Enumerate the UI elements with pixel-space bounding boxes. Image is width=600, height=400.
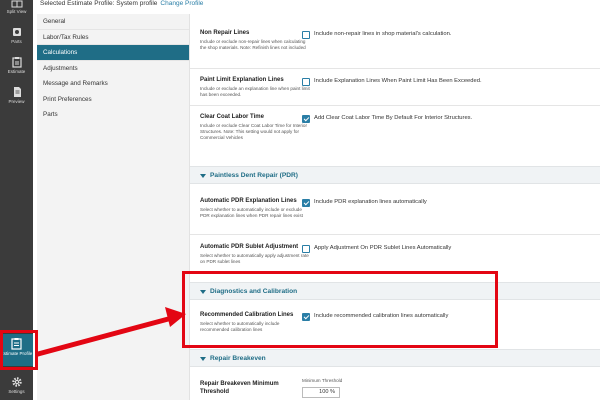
- section-pdr[interactable]: Paintless Dent Repair (PDR): [190, 166, 600, 184]
- divider: [190, 234, 600, 235]
- setting-description: Select whether to automatically include …: [200, 207, 303, 218]
- setting-title: Automatic PDR Sublet Adjustment: [200, 244, 299, 250]
- section-repair-breakeven[interactable]: Repair Breakeven: [190, 349, 600, 367]
- setting-description: Include or exclude non-repair lines when…: [200, 39, 306, 50]
- nav-item-calculations[interactable]: Calculations: [37, 45, 189, 61]
- non-repair-checkbox-label[interactable]: Include non-repair lines in shop materia…: [314, 31, 451, 37]
- change-profile-link[interactable]: Change Profile: [160, 0, 203, 7]
- pdr-sublet-checkbox-label[interactable]: Apply Adjustment On PDR Sublet Lines Aut…: [314, 245, 451, 251]
- setting-description: Include or exclude an explanation line w…: [200, 86, 310, 97]
- setting-title: Automatic PDR Explanation Lines: [200, 198, 297, 204]
- preview-button[interactable]: Preview: [0, 86, 33, 104]
- setting-title: Repair Breakeven Minimum Threshold: [200, 381, 279, 395]
- section-title: Repair Breakeven: [210, 355, 266, 362]
- selected-profile-line: Selected Estimate Profile: System profil…: [40, 0, 203, 8]
- pdr-explanation-checkbox-label[interactable]: Include PDR explanation lines automatica…: [314, 199, 427, 205]
- setting-description: Select whether to automatically apply ad…: [200, 253, 309, 264]
- pdr-sublet-checkbox[interactable]: [302, 245, 310, 253]
- caret-down-icon: [200, 357, 206, 361]
- divider: [190, 68, 600, 69]
- parts-label: Parts: [11, 39, 22, 44]
- nav-item-adjustments[interactable]: Adjustments: [37, 61, 189, 77]
- settings-nav: General Labor/Tax Rules Calculations Adj…: [37, 14, 190, 400]
- nav-item-parts[interactable]: Parts: [37, 107, 189, 123]
- threshold-input[interactable]: 100 %: [302, 387, 340, 398]
- setting-description: Include or exclude Clear Coat Labor Time…: [200, 123, 307, 140]
- setting-title: Paint Limit Explanation Lines: [200, 77, 284, 83]
- section-title: Paintless Dent Repair (PDR): [210, 172, 298, 179]
- clear-coat-checkbox-label[interactable]: Add Clear Coat Labor Time By Default For…: [314, 115, 472, 121]
- setting-title: Clear Coat Labor Time: [200, 114, 264, 120]
- clipboard-icon: [11, 57, 22, 68]
- setting-title: Non Repair Lines: [200, 30, 250, 36]
- estimate-label: Estimate: [7, 69, 26, 74]
- estimate-button[interactable]: Estimate: [0, 56, 33, 74]
- caret-down-icon: [200, 174, 206, 178]
- threshold-label: Minimum Threshold: [302, 378, 343, 383]
- settings-button[interactable]: Settings: [0, 376, 33, 394]
- nav-item-general[interactable]: General: [37, 14, 189, 30]
- settings-label: Settings: [8, 389, 25, 394]
- non-repair-checkbox[interactable]: [302, 31, 310, 39]
- divider: [190, 105, 600, 106]
- nav-item-labor-tax-rules[interactable]: Labor/Tax Rules: [37, 30, 189, 45]
- split-view-label: Split View: [6, 9, 27, 14]
- paint-limit-checkbox-label[interactable]: Include Explanation Lines When Paint Lim…: [314, 78, 482, 84]
- selected-profile-text: Selected Estimate Profile: System profil…: [40, 0, 158, 7]
- highlight-box-diagnostics: [182, 271, 498, 348]
- nav-item-print-preferences[interactable]: Print Preferences: [37, 92, 189, 108]
- parts-button[interactable]: Parts: [0, 26, 33, 44]
- split-view-button[interactable]: Split View: [0, 0, 33, 14]
- gear-icon: [11, 377, 22, 387]
- clear-coat-checkbox[interactable]: [302, 115, 310, 123]
- pdr-explanation-checkbox[interactable]: [302, 199, 310, 207]
- highlight-box-estimate-profile: [0, 330, 38, 370]
- split-view-icon: [11, 0, 22, 8]
- parts-icon: [12, 28, 21, 36]
- paint-limit-checkbox[interactable]: [302, 78, 310, 86]
- preview-label: Preview: [8, 99, 25, 104]
- nav-item-message-and-remarks[interactable]: Message and Remarks: [37, 76, 189, 92]
- document-icon: [13, 87, 21, 97]
